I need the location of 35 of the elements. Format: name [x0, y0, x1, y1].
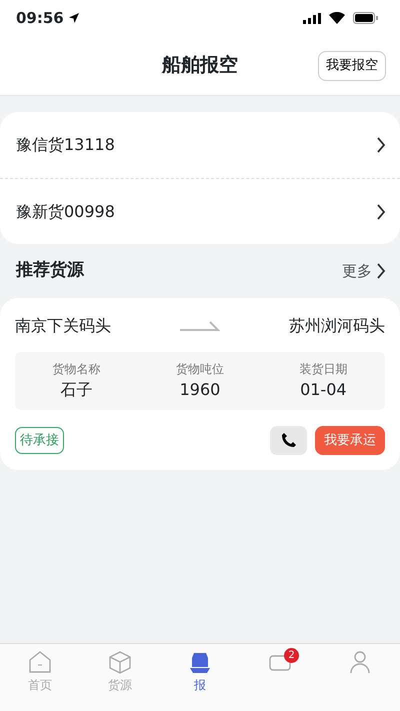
- destination-port: 苏州浏河码头: [289, 314, 385, 336]
- home-icon: [28, 650, 52, 674]
- field-label: 装货日期: [299, 360, 348, 378]
- section-title: 推荐货源: [16, 259, 84, 282]
- chevron-right-icon: [376, 136, 386, 154]
- field-value: 1960: [180, 378, 220, 400]
- field-value: 01-04: [300, 378, 347, 400]
- ship-list-item[interactable]: 豫信货13118: [0, 112, 400, 178]
- signal-icon: [303, 12, 321, 24]
- tab-item[interactable]: 报: [160, 644, 240, 711]
- box-icon: [108, 650, 132, 674]
- ship-list-item[interactable]: 豫新货00998: [0, 178, 400, 244]
- origin-port: 南京下关码头: [15, 314, 111, 336]
- wifi-icon: [329, 12, 345, 24]
- field-label: 货物名称: [52, 360, 101, 378]
- ship-name: 豫信货13118: [16, 134, 115, 156]
- page-title: 船舶报空: [162, 53, 238, 78]
- more-link[interactable]: 更多: [342, 260, 386, 282]
- chevron-right-icon: [376, 262, 386, 280]
- report-button[interactable]: 我要报空: [318, 51, 386, 80]
- person-icon: [348, 650, 372, 674]
- field-label: 货物吨位: [176, 360, 224, 378]
- tab-item[interactable]: 2: [240, 644, 320, 711]
- carry-button[interactable]: 我要承运: [315, 426, 385, 455]
- location-arrow-icon: [68, 12, 80, 24]
- unread-badge: 2: [284, 648, 299, 663]
- status-tag: 待承接: [15, 426, 64, 454]
- status-time: 09:56: [16, 8, 64, 29]
- phone-icon: [280, 432, 296, 448]
- ship-icon: [188, 650, 212, 674]
- field-value: 石子: [60, 378, 93, 400]
- chevron-right-icon: [376, 202, 386, 220]
- call-button[interactable]: [270, 426, 307, 454]
- battery-icon: [353, 12, 378, 24]
- ship-name: 豫新货00998: [16, 200, 115, 222]
